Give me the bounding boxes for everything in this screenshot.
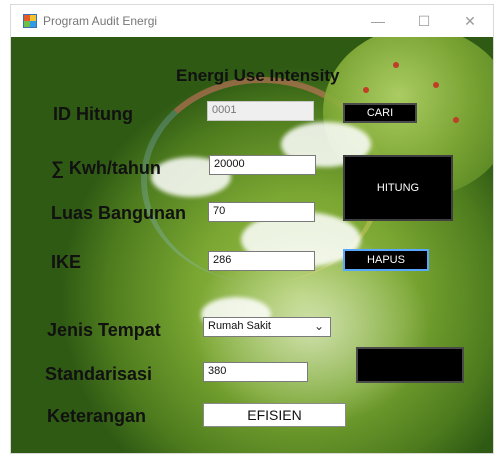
jenis-tempat-dropdown[interactable]: Rumah Sakit ⌄: [203, 317, 331, 337]
label-jenis-tempat: Jenis Tempat: [47, 320, 161, 340]
window-title: Program Audit Energi: [43, 14, 158, 28]
id-hitung-field[interactable]: 0001: [207, 101, 314, 121]
standarisasi-field[interactable]: 380: [203, 362, 308, 382]
form-heading: Energi Use Intensity: [176, 66, 340, 85]
cari-button[interactable]: CARI: [343, 103, 417, 123]
close-button[interactable]: ✕: [447, 5, 493, 37]
close-icon: ✕: [464, 12, 476, 29]
label-luas-bangunan: Luas Bangunan: [51, 203, 187, 223]
ike-field[interactable]: 286: [208, 251, 315, 271]
label-kwh-tahun: ∑ Kwh/tahun: [51, 158, 161, 178]
label-keterangan: Keterangan: [47, 406, 147, 426]
app-icon: [23, 14, 37, 28]
chevron-down-icon: ⌄: [313, 319, 324, 333]
maximize-button[interactable]: ☐: [401, 5, 447, 37]
blank-button[interactable]: [356, 347, 464, 383]
minimize-button[interactable]: —: [355, 5, 401, 37]
title-bar: Program Audit Energi — ☐ ✕: [11, 5, 493, 37]
hapus-button[interactable]: HAPUS: [343, 249, 429, 271]
luas-bangunan-field[interactable]: 70: [208, 202, 315, 222]
minimize-icon: —: [371, 13, 385, 29]
maximize-icon: ☐: [417, 12, 431, 29]
label-standarisasi: Standarisasi: [45, 364, 153, 384]
form-client-area: Energi Use Intensity ID Hitung ∑ Kwh/tah…: [11, 37, 493, 453]
app-window: Program Audit Energi — ☐ ✕ Energi Use In…: [10, 4, 494, 454]
keterangan-field[interactable]: EFISIEN: [203, 403, 346, 427]
label-ike: IKE: [51, 252, 82, 272]
jenis-tempat-selected: Rumah Sakit: [208, 320, 271, 332]
kwh-tahun-field[interactable]: 20000: [209, 155, 316, 175]
label-id-hitung: ID Hitung: [53, 104, 133, 124]
hitung-button[interactable]: HITUNG: [343, 155, 453, 221]
